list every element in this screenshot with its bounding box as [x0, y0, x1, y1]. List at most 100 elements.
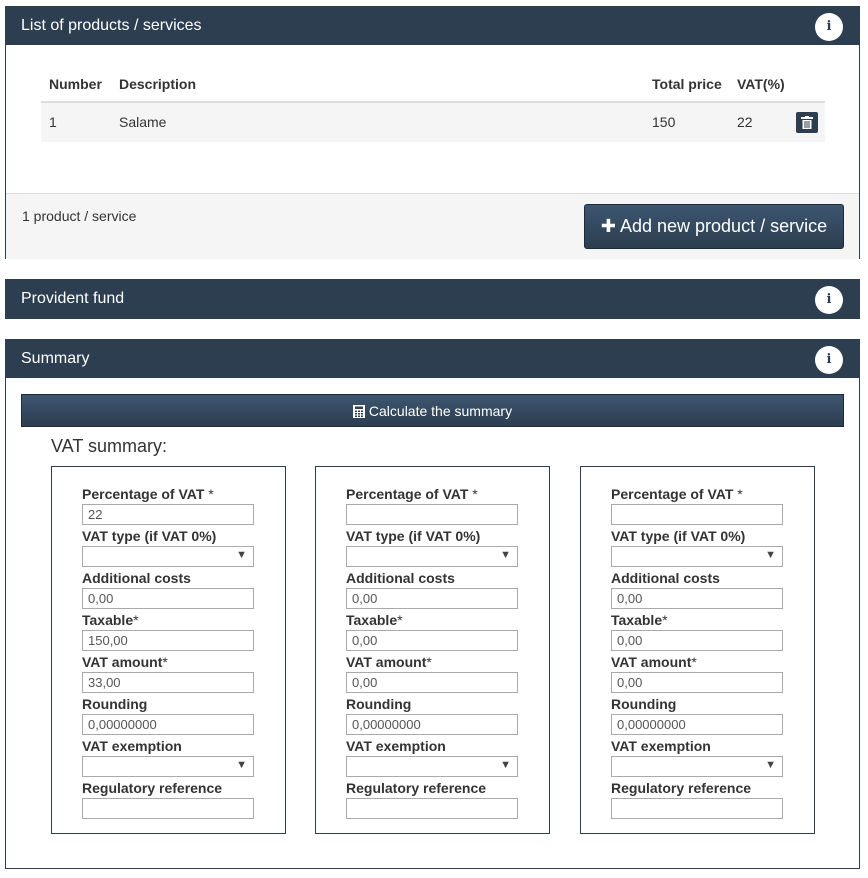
vat-amount-input[interactable]: 0,00 — [346, 672, 518, 693]
rounding-label: Rounding — [346, 696, 412, 712]
required-mark: * — [133, 612, 139, 628]
add-product-label: Add new product / service — [619, 216, 828, 236]
products-panel: List of products / services i Number Des… — [5, 6, 860, 259]
calculator-icon — [352, 405, 365, 418]
provident-fund-header[interactable]: Provident fund i — [6, 280, 859, 318]
rounding-input[interactable]: 0,00000000 — [346, 714, 518, 735]
column-header-total-price: Total price — [652, 76, 722, 92]
vat-type-label: VAT type (if VAT 0%) — [611, 528, 746, 544]
rounding-label: Rounding — [611, 696, 677, 712]
taxable-label: Taxable* — [82, 612, 139, 628]
plus-icon: ✚ — [600, 216, 616, 236]
products-panel-header: List of products / services i — [6, 7, 859, 45]
taxable-label-text: Taxable — [346, 612, 398, 628]
provident-fund-panel: Provident fund i — [5, 279, 860, 319]
vat-exemption-select[interactable]: ▼ — [346, 756, 518, 777]
vat-type-select[interactable]: ▼ — [82, 546, 254, 567]
add-product-button[interactable]: ✚ Add new product / service — [584, 204, 844, 249]
table-row: 1 Salame 150 22 — [41, 103, 825, 142]
delete-row-button[interactable] — [796, 112, 818, 133]
row-description: Salame — [119, 114, 167, 130]
percentage-input[interactable] — [611, 504, 783, 525]
chevron-down-icon: ▼ — [500, 549, 511, 561]
chevron-down-icon: ▼ — [765, 549, 776, 561]
regulatory-reference-input[interactable] — [611, 798, 783, 819]
column-header-vat: VAT(%) — [737, 76, 785, 92]
vat-type-select[interactable]: ▼ — [346, 546, 518, 567]
provident-fund-title: Provident fund — [21, 290, 125, 307]
additional-costs-input[interactable]: 0,00 — [82, 588, 254, 609]
calculate-summary-button[interactable]: Calculate the summary — [21, 394, 844, 427]
required-mark: * — [691, 654, 697, 670]
taxable-label: Taxable* — [611, 612, 668, 628]
regulatory-reference-label: Regulatory reference — [611, 780, 752, 796]
rounding-label: Rounding — [82, 696, 148, 712]
vat-amount-label: VAT amount* — [346, 654, 432, 670]
products-table: Number Description Total price VAT(%) 1 … — [41, 65, 825, 142]
taxable-label-text: Taxable — [82, 612, 134, 628]
products-footer: 1 product / service ✚ Add new product / s… — [6, 193, 859, 259]
vat-summary-title: VAT summary: — [51, 436, 168, 456]
percentage-label-text: Percentage of VAT — [346, 486, 469, 502]
taxable-label: Taxable* — [346, 612, 403, 628]
percentage-input[interactable]: 22 — [82, 504, 254, 525]
vat-amount-input[interactable]: 0,00 — [611, 672, 783, 693]
summary-panel: Summary i Calculate the summary VAT summ… — [5, 339, 860, 869]
taxable-input[interactable]: 0,00 — [611, 630, 783, 651]
calculate-summary-label: Calculate the summary — [368, 403, 513, 419]
info-icon[interactable]: i — [815, 346, 843, 374]
additional-costs-input[interactable]: 0,00 — [346, 588, 518, 609]
column-header-number: Number — [49, 76, 102, 92]
regulatory-reference-label: Regulatory reference — [82, 780, 223, 796]
vat-exemption-label: VAT exemption — [82, 738, 182, 754]
required-mark: * — [737, 486, 743, 502]
vat-exemption-select[interactable]: ▼ — [611, 756, 783, 777]
vat-amount-label-text: VAT amount — [346, 654, 427, 670]
percentage-label-text: Percentage of VAT — [611, 486, 734, 502]
column-header-description: Description — [119, 76, 197, 92]
vat-exemption-select[interactable]: ▼ — [82, 756, 254, 777]
summary-header: Summary i — [6, 340, 859, 378]
percentage-label: Percentage of VAT * — [611, 486, 743, 502]
additional-costs-label: Additional costs — [611, 570, 720, 586]
chevron-down-icon: ▼ — [500, 759, 511, 771]
required-mark: * — [426, 654, 432, 670]
rounding-input[interactable]: 0,00000000 — [82, 714, 254, 735]
regulatory-reference-input[interactable] — [82, 798, 254, 819]
vat-summary-box-3: Percentage of VAT * VAT type (if VAT 0%)… — [580, 466, 815, 834]
info-icon[interactable]: i — [815, 13, 843, 41]
percentage-label: Percentage of VAT * — [82, 486, 214, 502]
vat-amount-label: VAT amount* — [611, 654, 697, 670]
row-total-price: 150 — [652, 114, 676, 130]
percentage-label: Percentage of VAT * — [346, 486, 478, 502]
required-mark: * — [208, 486, 214, 502]
rounding-input[interactable]: 0,00000000 — [611, 714, 783, 735]
chevron-down-icon: ▼ — [236, 759, 247, 771]
chevron-down-icon: ▼ — [765, 759, 776, 771]
required-mark: * — [662, 612, 668, 628]
vat-exemption-label: VAT exemption — [346, 738, 446, 754]
additional-costs-input[interactable]: 0,00 — [611, 588, 783, 609]
required-mark: * — [162, 654, 168, 670]
required-mark: * — [397, 612, 403, 628]
summary-title: Summary — [21, 350, 90, 367]
vat-type-label: VAT type (if VAT 0%) — [82, 528, 217, 544]
trash-icon — [801, 116, 813, 129]
additional-costs-label: Additional costs — [82, 570, 191, 586]
info-icon[interactable]: i — [815, 286, 843, 314]
taxable-input[interactable]: 0,00 — [346, 630, 518, 651]
regulatory-reference-input[interactable] — [346, 798, 518, 819]
vat-amount-label-text: VAT amount — [82, 654, 163, 670]
percentage-input[interactable] — [346, 504, 518, 525]
vat-type-select[interactable]: ▼ — [611, 546, 783, 567]
vat-summary-box-2: Percentage of VAT * VAT type (if VAT 0%)… — [315, 466, 550, 834]
product-count: 1 product / service — [22, 208, 137, 224]
percentage-label-text: Percentage of VAT — [82, 486, 205, 502]
chevron-down-icon: ▼ — [236, 549, 247, 561]
table-header: Number Description Total price VAT(%) — [41, 65, 825, 103]
vat-type-label: VAT type (if VAT 0%) — [346, 528, 481, 544]
vat-amount-input[interactable]: 33,00 — [82, 672, 254, 693]
row-number: 1 — [49, 114, 57, 130]
required-mark: * — [472, 486, 478, 502]
taxable-input[interactable]: 150,00 — [82, 630, 254, 651]
